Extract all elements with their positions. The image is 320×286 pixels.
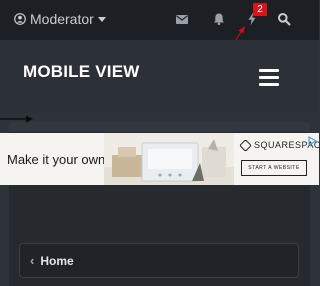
top-bar: Moderator 2 bbox=[0, 0, 319, 40]
squarespace-logo-icon bbox=[239, 138, 252, 152]
ad-cta-button[interactable]: START A WEBSITE bbox=[241, 160, 307, 176]
breadcrumb-home-link[interactable]: Home bbox=[40, 254, 73, 268]
user-icon bbox=[14, 13, 26, 25]
ad-product-image bbox=[104, 133, 234, 185]
breadcrumb: ‹ Home bbox=[19, 243, 299, 278]
ad-tagline: Make it your own. bbox=[7, 152, 109, 167]
annotation-arrow-black bbox=[0, 115, 33, 123]
user-menu-label: Moderator bbox=[30, 11, 94, 27]
user-menu[interactable]: Moderator bbox=[14, 11, 106, 27]
advertisement-banner[interactable]: Make it your own. SQUARESPACE START A WE… bbox=[0, 133, 319, 185]
content-panel-header-strip bbox=[9, 122, 310, 132]
notification-count-badge: 2 bbox=[253, 3, 267, 16]
site-header: MOBILE VIEW bbox=[0, 40, 319, 113]
hamburger-menu-icon[interactable] bbox=[259, 69, 279, 86]
search-icon[interactable] bbox=[277, 12, 291, 26]
site-title[interactable]: MOBILE VIEW bbox=[23, 62, 139, 82]
chevron-left-icon: ‹ bbox=[30, 253, 35, 268]
caret-down-icon bbox=[97, 16, 106, 22]
adchoices-icon[interactable] bbox=[306, 135, 318, 147]
envelope-icon[interactable] bbox=[175, 12, 189, 26]
